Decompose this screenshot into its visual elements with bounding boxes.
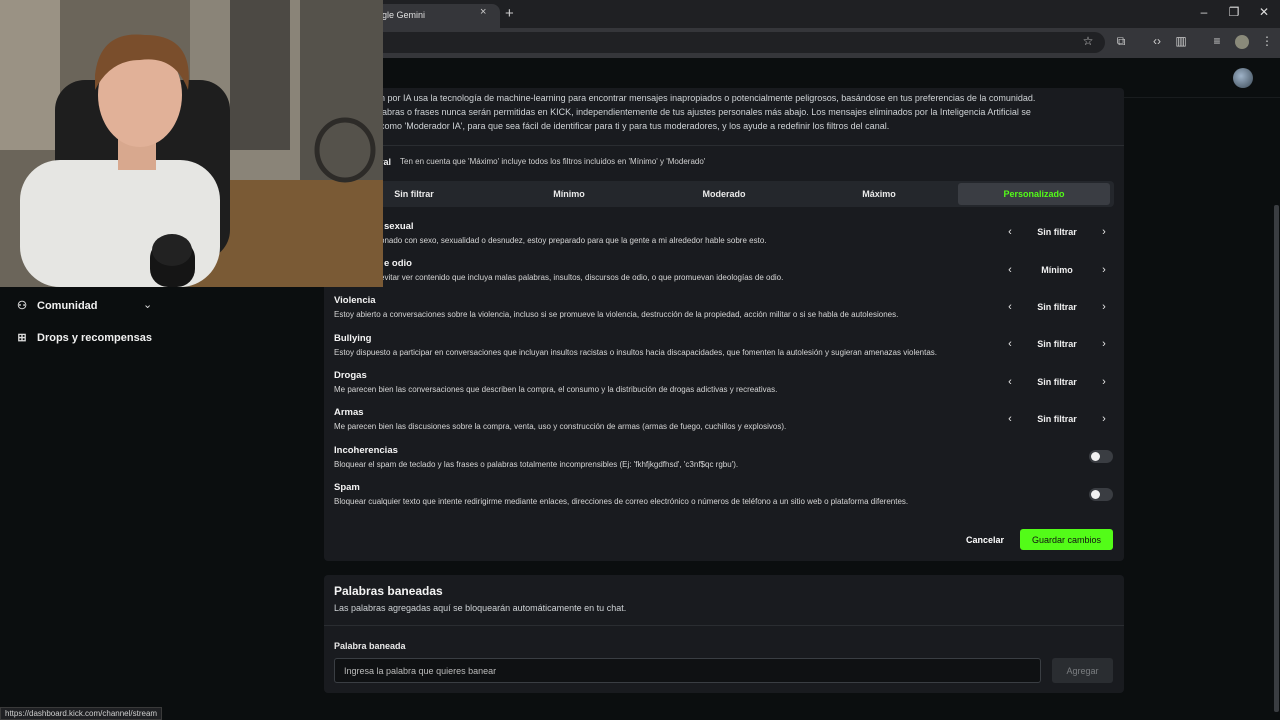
menu-icon[interactable]: ⋮: [1258, 34, 1276, 48]
sidebar-icon[interactable]: ▥: [1172, 34, 1190, 48]
chevron-right-icon[interactable]: ›: [1093, 221, 1115, 243]
new-tab-icon[interactable]: +: [505, 5, 514, 22]
category-desc: onado con sexo, sexualidad o desnudez, e…: [380, 236, 767, 245]
drops-icon: ⊞: [17, 332, 27, 344]
community-icon: ⚇: [17, 300, 27, 312]
profile-icon[interactable]: [1235, 35, 1249, 49]
sidebar-item-drops[interactable]: ⊞ Drops y recompensas: [16, 331, 152, 345]
star-icon[interactable]: ☆: [1079, 34, 1097, 48]
devtools-icon[interactable]: ‹›: [1148, 34, 1166, 48]
category-value: Sin filtrar: [1037, 377, 1077, 387]
level-minimo[interactable]: Mínimo: [493, 183, 645, 205]
description-line: como 'Moderador IA', para que sea fácil …: [380, 121, 890, 131]
banned-word-input[interactable]: Ingresa la palabra que quieres banear: [334, 658, 1041, 683]
spam-toggle[interactable]: [1089, 488, 1113, 501]
toggle-title: Spam: [334, 482, 360, 493]
category-desc: evitar ver contenido que incluya malas p…: [380, 273, 784, 282]
category-value: Sin filtrar: [1037, 414, 1077, 424]
toggle-desc: Bloquear el spam de teclado y las frases…: [334, 460, 739, 469]
chevron-left-icon[interactable]: ‹: [999, 333, 1021, 355]
chevron-right-icon[interactable]: ›: [1093, 296, 1115, 318]
save-button[interactable]: Guardar cambios: [1020, 529, 1113, 550]
category-title: Violencia: [334, 295, 376, 306]
tab-title: gle Gemini: [382, 10, 426, 20]
toggle-desc: Bloquear cualquier texto que intente red…: [334, 497, 909, 506]
category-value: Sin filtrar: [1037, 227, 1077, 237]
webcam-overlay: [0, 0, 383, 287]
status-url: https://dashboard.kick.com/channel/strea…: [0, 707, 162, 720]
category-desc: Estoy abierto a conversaciones sobre la …: [334, 310, 899, 319]
toggle-knob: [1091, 452, 1100, 461]
media-icon[interactable]: ≡: [1208, 34, 1226, 48]
extensions-icon[interactable]: ⧉: [1112, 34, 1130, 49]
category-stepper: ‹ Mínimo ›: [999, 258, 1115, 282]
divider: [324, 145, 1124, 146]
banned-words-title: Palabras baneadas: [334, 584, 443, 598]
sidebar-item-label: Comunidad: [37, 299, 98, 312]
minimize-icon[interactable]: –: [1194, 5, 1214, 19]
user-avatar[interactable]: [1233, 68, 1253, 88]
sidebar-item-label: Drops y recompensas: [37, 331, 152, 344]
category-title: Bullying: [334, 333, 372, 344]
category-title: e odio: [384, 258, 412, 269]
category-desc: Estoy dispuesto a participar en conversa…: [334, 348, 938, 357]
category-title: sexual: [384, 221, 414, 232]
category-stepper: ‹ Sin filtrar ›: [999, 220, 1115, 244]
category-value: Sin filtrar: [1037, 302, 1077, 312]
chevron-right-icon[interactable]: ›: [1093, 408, 1115, 430]
cancel-button[interactable]: Cancelar: [958, 529, 1012, 550]
chevron-right-icon[interactable]: ›: [1093, 333, 1115, 355]
chevron-down-icon[interactable]: ⌄: [143, 298, 152, 311]
chevron-right-icon[interactable]: ›: [1093, 259, 1115, 281]
banned-words-description: Las palabras agregadas aquí se bloqueará…: [334, 603, 627, 613]
chevron-left-icon[interactable]: ‹: [999, 296, 1021, 318]
chevron-left-icon[interactable]: ‹: [999, 371, 1021, 393]
filter-note: Ten en cuenta que 'Máximo' incluye todos…: [400, 157, 706, 166]
banned-word-label: Palabra baneada: [334, 641, 406, 651]
webcam-image: [0, 0, 383, 287]
page-scrollbar[interactable]: [1274, 205, 1279, 712]
category-stepper: ‹ Sin filtrar ›: [999, 295, 1115, 319]
tab-close-icon[interactable]: ×: [480, 6, 486, 18]
level-moderado[interactable]: Moderado: [648, 183, 800, 205]
description-line: labras o frases nunca serán permitidas e…: [380, 107, 1031, 117]
level-personalizado[interactable]: Personalizado: [958, 183, 1110, 205]
chevron-right-icon[interactable]: ›: [1093, 371, 1115, 393]
sidebar-item-comunidad[interactable]: ⚇ Comunidad: [16, 299, 98, 313]
incoherencias-toggle[interactable]: [1089, 450, 1113, 463]
chevron-left-icon[interactable]: ‹: [999, 259, 1021, 281]
category-value: Sin filtrar: [1037, 339, 1077, 349]
category-stepper: ‹ Sin filtrar ›: [999, 332, 1115, 356]
divider: [324, 625, 1124, 626]
category-title: Drogas: [334, 370, 367, 381]
category-desc: Me parecen bien las conversaciones que d…: [334, 385, 778, 394]
category-stepper: ‹ Sin filtrar ›: [999, 370, 1115, 394]
description-line: n por IA usa la tecnología de machine-le…: [380, 93, 1036, 103]
restore-icon[interactable]: ❐: [1224, 5, 1244, 19]
category-value: Mínimo: [1041, 265, 1073, 275]
category-stepper: ‹ Sin filtrar ›: [999, 407, 1115, 431]
chevron-left-icon[interactable]: ‹: [999, 221, 1021, 243]
category-desc: Me parecen bien las discusiones sobre la…: [334, 422, 787, 431]
window-close-icon[interactable]: ✕: [1254, 5, 1274, 19]
level-maximo[interactable]: Máximo: [803, 183, 955, 205]
add-button[interactable]: Agregar: [1052, 658, 1113, 683]
chevron-left-icon[interactable]: ‹: [999, 408, 1021, 430]
category-title: Armas: [334, 407, 364, 418]
toggle-knob: [1091, 490, 1100, 499]
toggle-title: Incoherencias: [334, 445, 398, 456]
